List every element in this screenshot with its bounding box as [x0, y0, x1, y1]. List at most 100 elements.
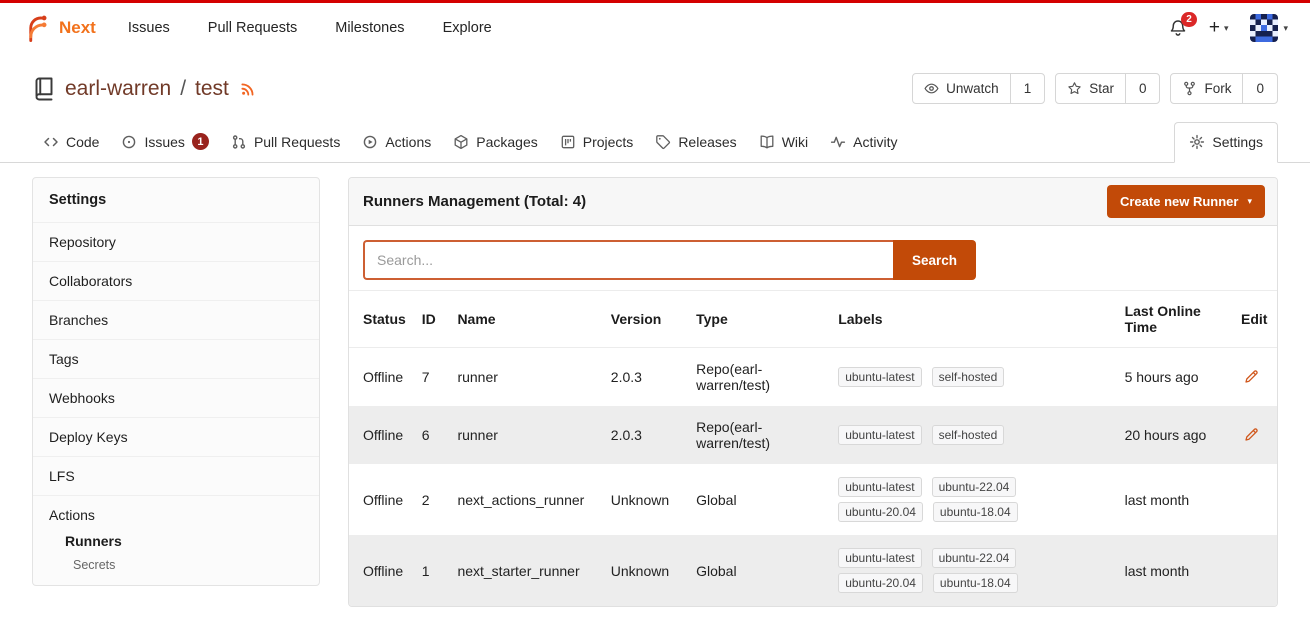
tab-settings[interactable]: Settings: [1174, 122, 1278, 163]
star-label: Star: [1089, 81, 1114, 96]
sidebar-item-tags[interactable]: Tags: [33, 339, 319, 378]
fork-label: Fork: [1204, 81, 1231, 96]
col-header-version: Version: [603, 291, 688, 348]
runner-label-chip: ubuntu-latest: [838, 477, 921, 497]
runner-last-online: last month: [1117, 464, 1233, 535]
tab-code[interactable]: Code: [32, 124, 110, 162]
sidebar-item-lfs[interactable]: LFS: [33, 456, 319, 495]
tab-label: Code: [66, 134, 99, 150]
tag-icon: [655, 134, 671, 150]
sidebar-subitem-runners[interactable]: Runners: [33, 527, 319, 553]
sidebar-item-deploy-keys[interactable]: Deploy Keys: [33, 417, 319, 456]
runner-edit-cell: [1233, 535, 1277, 606]
search-button[interactable]: Search: [893, 240, 976, 280]
fork-button-group: Fork 0: [1170, 73, 1278, 104]
runner-type: Repo(earl-warren/test): [688, 348, 830, 407]
runner-status: Offline: [349, 464, 414, 535]
runner-labels: ubuntu-latestubuntu-22.04ubuntu-20.04ubu…: [830, 464, 1116, 535]
tab-packages[interactable]: Packages: [442, 124, 548, 162]
sidebar-item-collaborators[interactable]: Collaborators: [33, 261, 319, 300]
runner-last-online: last month: [1117, 535, 1233, 606]
chevron-down-icon: ▾: [1247, 196, 1252, 207]
watch-button-group: Unwatch 1: [912, 73, 1045, 104]
runners-panel: Runners Management (Total: 4) Create new…: [348, 177, 1278, 607]
watchers-count[interactable]: 1: [1010, 74, 1045, 103]
runner-version: 2.0.3: [603, 406, 688, 464]
tab-actions[interactable]: Actions: [351, 124, 442, 162]
runner-label-chip: ubuntu-latest: [838, 425, 921, 445]
code-icon: [43, 134, 59, 150]
nav-item-issues[interactable]: Issues: [128, 20, 170, 36]
create-runner-button[interactable]: Create new Runner ▾: [1107, 185, 1265, 218]
col-header-edit: Edit: [1233, 291, 1277, 348]
repo-title: earl-warren / test: [32, 77, 257, 101]
stars-count[interactable]: 0: [1125, 74, 1160, 103]
repo-tabs: Code Issues 1 Pull Requests Actions Pack…: [0, 122, 1310, 163]
runner-edit-cell: [1233, 348, 1277, 407]
forgejo-logo-icon: [22, 13, 52, 43]
navbar: Next Issues Pull Requests Milestones Exp…: [0, 3, 1310, 53]
runner-last-online: 20 hours ago: [1117, 406, 1233, 464]
play-circle-icon: [362, 134, 378, 150]
unwatch-button[interactable]: Unwatch: [913, 74, 1010, 103]
star-button[interactable]: Star: [1056, 74, 1125, 103]
rss-icon[interactable]: [240, 80, 257, 97]
tab-wiki[interactable]: Wiki: [748, 124, 819, 162]
search-input[interactable]: [363, 240, 893, 280]
notifications-button[interactable]: 2: [1169, 19, 1187, 37]
forks-count[interactable]: 0: [1242, 74, 1277, 103]
runner-name: runner: [449, 348, 602, 407]
tab-label: Releases: [678, 134, 736, 150]
pull-request-icon: [231, 134, 247, 150]
nav-item-milestones[interactable]: Milestones: [335, 20, 404, 36]
runner-label-chip: ubuntu-20.04: [838, 573, 923, 593]
tab-projects[interactable]: Projects: [549, 124, 645, 162]
user-menu-button[interactable]: ▾: [1250, 14, 1288, 42]
tab-releases[interactable]: Releases: [644, 124, 747, 162]
runner-label-chip: self-hosted: [932, 425, 1005, 445]
runner-labels: ubuntu-latestubuntu-22.04ubuntu-20.04ubu…: [830, 535, 1116, 606]
pencil-icon: [1243, 369, 1259, 385]
runner-name: next_actions_runner: [449, 464, 602, 535]
edit-runner-button[interactable]: [1241, 367, 1261, 387]
nav-item-pull-requests[interactable]: Pull Requests: [208, 20, 297, 36]
tab-issues[interactable]: Issues 1: [110, 123, 219, 162]
col-header-id: ID: [414, 291, 450, 348]
package-icon: [453, 134, 469, 150]
runner-id: 6: [414, 406, 450, 464]
avatar: [1250, 14, 1278, 42]
tab-activity[interactable]: Activity: [819, 124, 908, 162]
repo-header: earl-warren / test Unwatch 1: [0, 53, 1310, 116]
settings-sidebar: Settings Repository Collaborators Branch…: [32, 177, 320, 586]
fork-icon: [1182, 81, 1197, 96]
nav-item-explore[interactable]: Explore: [443, 20, 492, 36]
tab-pull-requests[interactable]: Pull Requests: [220, 124, 351, 162]
runners-table: Status ID Name Version Type Labels Last …: [349, 290, 1277, 606]
sidebar-item-branches[interactable]: Branches: [33, 300, 319, 339]
runner-edit-cell: [1233, 406, 1277, 464]
sidebar-item-repository[interactable]: Repository: [33, 222, 319, 261]
runner-id: 7: [414, 348, 450, 407]
sidebar-item-webhooks[interactable]: Webhooks: [33, 378, 319, 417]
col-header-type: Type: [688, 291, 830, 348]
runner-label-chip: ubuntu-22.04: [932, 477, 1017, 497]
sidebar-item-actions[interactable]: Actions: [33, 495, 319, 527]
runner-status: Offline: [349, 535, 414, 606]
repo-actions: Unwatch 1 Star 0: [912, 73, 1278, 104]
star-icon: [1067, 81, 1082, 96]
runner-label-chip: ubuntu-22.04: [932, 548, 1017, 568]
brand-home-link[interactable]: Next: [22, 13, 96, 43]
project-board-icon: [560, 134, 576, 150]
repo-name-link[interactable]: test: [195, 77, 229, 101]
runner-id: 1: [414, 535, 450, 606]
edit-runner-button[interactable]: [1241, 425, 1261, 445]
repo-owner-link[interactable]: earl-warren: [65, 77, 171, 101]
chevron-down-icon: ▾: [1283, 23, 1288, 34]
panel-body: Search Status ID Name Version Type Label…: [349, 226, 1277, 606]
table-header-row: Status ID Name Version Type Labels Last …: [349, 291, 1277, 348]
search-form: Search: [349, 240, 1277, 280]
sidebar-subitem-secrets[interactable]: Secrets: [33, 553, 319, 585]
runner-version: Unknown: [603, 464, 688, 535]
fork-button[interactable]: Fork: [1171, 74, 1242, 103]
create-menu-button[interactable]: + ▾: [1209, 17, 1229, 39]
